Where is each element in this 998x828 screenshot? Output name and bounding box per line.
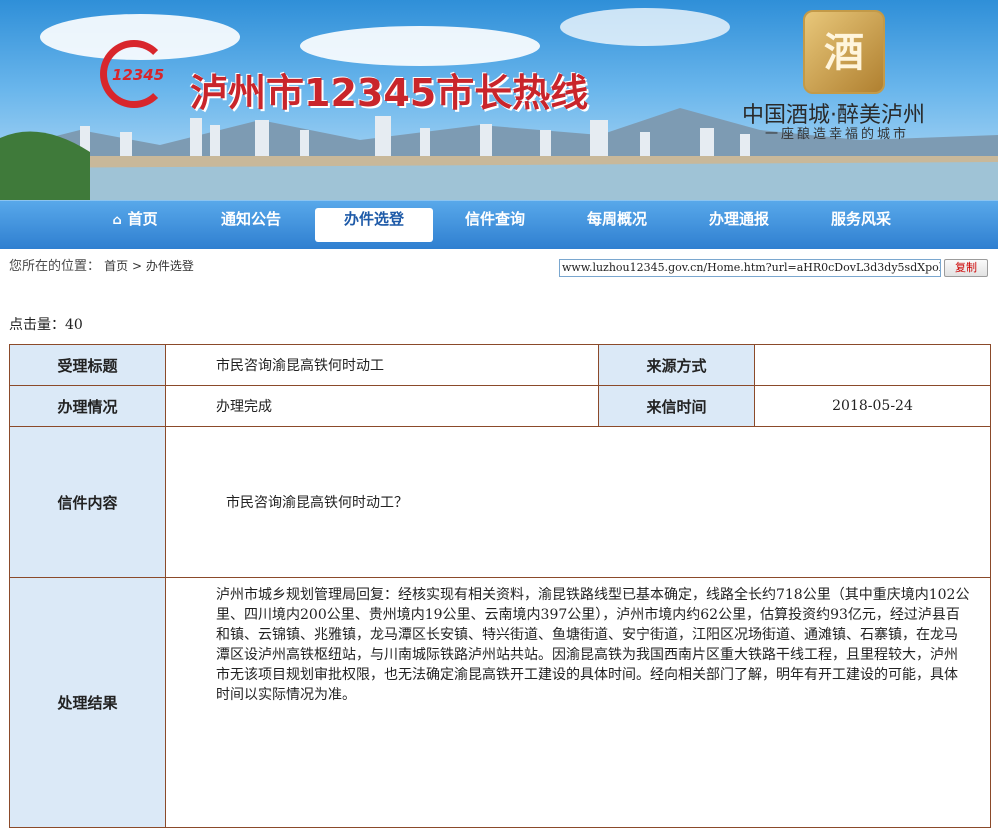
nav-label: 服务风采 bbox=[830, 210, 891, 228]
source-label: 来源方式 bbox=[598, 344, 755, 386]
city-subslogan: 一座酿造幸福的城市 bbox=[765, 127, 910, 142]
nav-label: 办件选登 bbox=[343, 210, 404, 228]
nav-letter-query[interactable]: 信件查询 bbox=[437, 208, 553, 242]
status-value: 办理完成 bbox=[165, 385, 599, 427]
case-detail-table: 受理标题 市民咨询渝昆高铁何时动工 来源方式 办理情况 办理完成 来信时间 20… bbox=[9, 344, 991, 828]
hit-counter-value: 40 bbox=[65, 317, 83, 333]
main-nav: ⌂ 首页 通知公告 办件选登 信件查询 每周概况 办理通报 服务风采 bbox=[0, 200, 998, 249]
nav-label: 通知公告 bbox=[220, 210, 281, 228]
logo-number: 12345 bbox=[112, 66, 165, 84]
city-seal-logo: 酒 bbox=[803, 10, 885, 94]
nav-selected-cases[interactable]: 办件选登 bbox=[315, 208, 433, 242]
breadcrumb: 您所在的位置： 首页 > 办件选登 www.luzhou12345.gov.cn… bbox=[0, 248, 998, 284]
hit-counter-label: 点击量： bbox=[9, 317, 65, 333]
breadcrumb-home-link[interactable]: 首页 bbox=[104, 259, 128, 273]
seal-text: 酒 bbox=[824, 29, 864, 76]
nav-home[interactable]: ⌂ 首页 bbox=[90, 208, 180, 242]
breadcrumb-separator: > bbox=[128, 259, 146, 273]
title-value: 市民咨询渝昆高铁何时动工 bbox=[165, 344, 599, 386]
nav-notices[interactable]: 通知公告 bbox=[193, 208, 309, 242]
cloud-shape bbox=[300, 26, 540, 66]
page-url-field[interactable]: www.luzhou12345.gov.cn/Home.htm?url=aHR0… bbox=[559, 259, 941, 277]
nav-weekly-overview[interactable]: 每周概况 bbox=[559, 208, 675, 242]
breadcrumb-trail: 您所在的位置： 首页 > 办件选登 bbox=[9, 255, 194, 274]
nav-label: 每周概况 bbox=[586, 210, 647, 228]
status-label: 办理情况 bbox=[9, 385, 166, 427]
table-row: 受理标题 市民咨询渝昆高铁何时动工 来源方式 bbox=[9, 344, 991, 386]
cloud-shape bbox=[560, 8, 730, 46]
table-row: 办理情况 办理完成 来信时间 2018-05-24 bbox=[9, 385, 991, 427]
nav-service-style[interactable]: 服务风采 bbox=[803, 208, 919, 242]
table-row: 信件内容 市民咨询渝昆高铁何时动工？ bbox=[9, 426, 991, 578]
content-value: 市民咨询渝昆高铁何时动工？ bbox=[165, 426, 991, 578]
result-value: 泸州市城乡规划管理局回复：经核实现有相关资料，渝昆铁路线型已基本确定，线路全长约… bbox=[165, 577, 991, 828]
nav-handling-report[interactable]: 办理通报 bbox=[681, 208, 797, 242]
site-banner: 12345 泸州市12345市长热线 酒 中国酒城·醉美泸州 一座酿造幸福的城市 bbox=[0, 0, 998, 200]
nav-label: 办理通报 bbox=[708, 210, 769, 228]
table-row: 处理结果 泸州市城乡规划管理局回复：经核实现有相关资料，渝昆铁路线型已基本确定，… bbox=[9, 577, 991, 828]
site-title: 泸州市12345市长热线 bbox=[190, 71, 589, 115]
result-label: 处理结果 bbox=[9, 577, 166, 828]
home-icon: ⌂ bbox=[112, 213, 122, 228]
content-label: 信件内容 bbox=[9, 426, 166, 578]
nav-label: 首页 bbox=[127, 210, 158, 228]
title-label: 受理标题 bbox=[9, 344, 166, 386]
date-label: 来信时间 bbox=[598, 385, 755, 427]
source-value bbox=[754, 344, 991, 386]
breadcrumb-prefix: 您所在的位置： bbox=[9, 259, 101, 274]
date-value: 2018-05-24 bbox=[754, 385, 991, 427]
copy-url-button[interactable]: 复制 bbox=[944, 259, 988, 277]
breadcrumb-current[interactable]: 办件选登 bbox=[146, 259, 194, 273]
hit-counter: 点击量：40 bbox=[9, 314, 83, 334]
nav-label: 信件查询 bbox=[464, 210, 525, 228]
